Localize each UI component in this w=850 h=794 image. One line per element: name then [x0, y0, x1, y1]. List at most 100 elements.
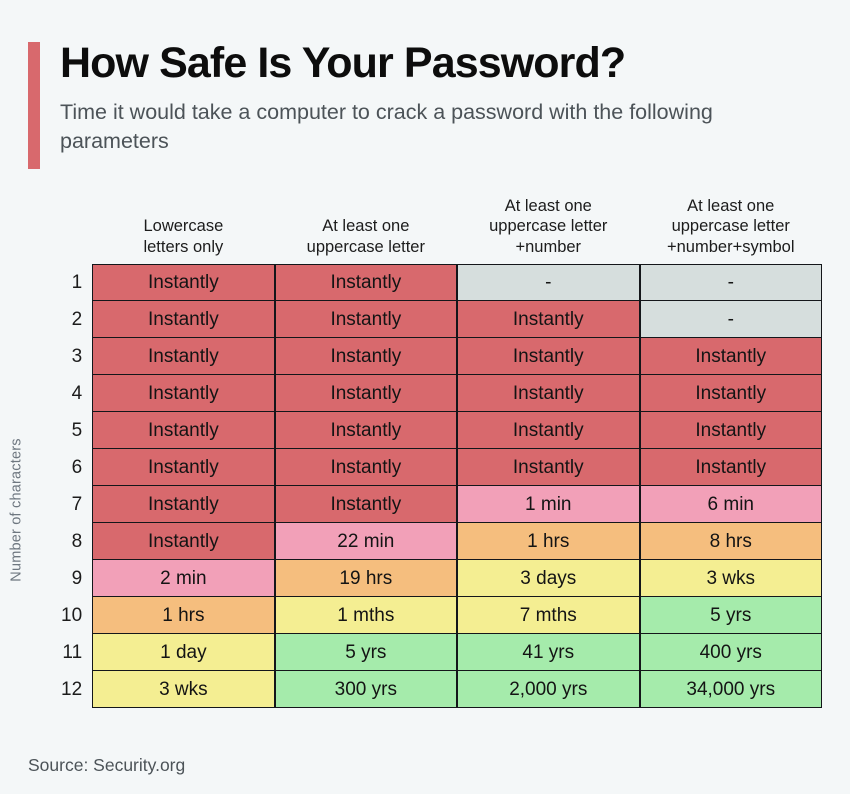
table-row: 9 2 min 19 hrs 3 days 3 wks — [34, 560, 822, 598]
table-row: 2 Instantly Instantly Instantly - — [34, 301, 822, 339]
row-number-label: 4 — [71, 382, 83, 404]
table-row: 8 Instantly 22 min 1 hrs 8 hrs — [34, 523, 822, 561]
crack-time-cell-r6-c1: Instantly — [92, 449, 275, 487]
column-header-2: At least one uppercase letter — [275, 196, 457, 264]
crack-time-cell-r2-c3: Instantly — [457, 301, 640, 339]
crack-time-cell-r11-c4: 400 yrs — [639, 634, 822, 672]
column-header-line: uppercase letter — [489, 217, 608, 236]
crack-time-cell-r11-c2: 5 yrs — [274, 634, 458, 672]
password-crack-time-table: Lowercase letters only At least one upperca… — [34, 196, 824, 709]
column-header-line: uppercase letter — [671, 217, 790, 236]
crack-time-cell-r11-c3: 41 yrs — [457, 634, 640, 672]
row-number-label: 1 — [71, 271, 83, 293]
row-number-label: 8 — [71, 530, 83, 552]
crack-time-cell-r7-c3: 1 min — [457, 486, 640, 524]
row-number-label: 9 — [71, 567, 83, 589]
crack-time-cell-r2-c1: Instantly — [92, 301, 275, 339]
page-title: How Safe Is Your Password? — [60, 39, 626, 87]
crack-time-cell-r7-c1: Instantly — [92, 486, 275, 524]
crack-time-cell-r5-c2: Instantly — [274, 412, 458, 450]
column-header-line: letters only — [143, 237, 224, 256]
crack-time-cell-r3-c1: Instantly — [92, 338, 275, 376]
row-number-label: 3 — [71, 345, 83, 367]
table-row: 10 1 hrs 1 mths 7 mths 5 yrs — [34, 597, 822, 635]
column-header-line: +number+symbol — [667, 237, 795, 256]
crack-time-cell-r10-c3: 7 mths — [457, 597, 640, 635]
row-number-label: 2 — [71, 308, 83, 330]
header: How Safe Is Your Password? Time it would… — [28, 42, 818, 169]
crack-time-cell-r5-c3: Instantly — [457, 412, 640, 450]
crack-time-cell-r1-c2: Instantly — [274, 264, 458, 302]
crack-time-cell-r10-c1: 1 hrs — [92, 597, 275, 635]
row-number-label: 10 — [61, 604, 83, 626]
row-number-label: 12 — [61, 678, 83, 700]
table-row: 3 Instantly Instantly Instantly Instantly — [34, 338, 822, 376]
crack-time-cell-r2-c2: Instantly — [274, 301, 458, 339]
crack-time-cell-r12-c4: 34,000 yrs — [639, 671, 822, 709]
crack-time-cell-r8-c1: Instantly — [92, 523, 275, 561]
crack-time-cell-r6-c4: Instantly — [639, 449, 822, 487]
y-axis-label: Number of characters — [0, 285, 34, 735]
column-header-line: Lowercase — [143, 217, 224, 236]
crack-time-cell-r2-c4: - — [639, 301, 822, 339]
crack-time-cell-r8-c3: 1 hrs — [457, 523, 640, 561]
crack-time-cell-r9-c1: 2 min — [92, 560, 275, 598]
column-header-line: +number — [515, 237, 582, 256]
crack-time-cell-r3-c4: Instantly — [639, 338, 822, 376]
crack-time-cell-r3-c3: Instantly — [457, 338, 640, 376]
table-row: 5 Instantly Instantly Instantly Instantly — [34, 412, 822, 450]
crack-time-cell-r8-c4: 8 hrs — [639, 523, 822, 561]
crack-time-cell-r9-c4: 3 wks — [639, 560, 822, 598]
crack-time-cell-r1-c4: - — [639, 264, 822, 302]
crack-time-cell-r1-c3: - — [457, 264, 640, 302]
crack-time-cell-r5-c1: Instantly — [92, 412, 275, 450]
page-subtitle: Time it would take a computer to crack a… — [60, 100, 713, 153]
column-header-4: At least one uppercase letter +number+symb… — [640, 196, 823, 264]
table-head: Lowercase letters only At least one upperca… — [34, 196, 822, 264]
crack-time-cell-r12-c1: 3 wks — [92, 671, 275, 709]
crack-time-cell-r4-c1: Instantly — [92, 375, 275, 413]
crack-time-cell-r10-c4: 5 yrs — [639, 597, 822, 635]
crack-time-cell-r7-c4: 6 min — [639, 486, 822, 524]
column-header-line: uppercase letter — [306, 237, 425, 256]
row-number-label: 11 — [62, 641, 83, 663]
crack-time-cell-r4-c3: Instantly — [457, 375, 640, 413]
header-text: How Safe Is Your Password? Time it would… — [40, 42, 818, 169]
crack-time-cell-r10-c2: 1 mths — [274, 597, 458, 635]
crack-time-cell-r4-c4: Instantly — [639, 375, 822, 413]
row-number-label: 7 — [71, 493, 83, 515]
table-row: 6 Instantly Instantly Instantly Instantly — [34, 449, 822, 487]
column-header-line: At least one — [504, 197, 592, 215]
row-number-label: 5 — [71, 419, 83, 441]
infographic-page: How Safe Is Your Password? Time it would… — [0, 0, 850, 794]
crack-time-cell-r6-c2: Instantly — [274, 449, 458, 487]
crack-time-cell-r12-c3: 2,000 yrs — [457, 671, 640, 709]
rownum-header — [34, 196, 92, 264]
crack-time-cell-r12-c2: 300 yrs — [274, 671, 458, 709]
table-row: 11 1 day 5 yrs 41 yrs 400 yrs — [34, 634, 822, 672]
column-header-line: At least one — [687, 197, 775, 215]
crack-time-cell-r4-c2: Instantly — [274, 375, 458, 413]
crack-time-cell-r11-c1: 1 day — [92, 634, 275, 672]
table-body: 1 Instantly Instantly - -2 Instantly Instantly… — [34, 264, 822, 709]
header-row: Lowercase letters only At least one upperca… — [34, 196, 822, 264]
crack-time-cell-r8-c2: 22 min — [274, 523, 458, 561]
accent-bar — [28, 42, 40, 169]
table-row: 12 3 wks 300 yrs 2,000 yrs 34,000 yrs — [34, 671, 822, 709]
data-table: Lowercase letters only At least one upperca… — [34, 196, 822, 709]
column-header-3: At least one uppercase letter +number — [457, 196, 639, 264]
crack-time-cell-r5-c4: Instantly — [639, 412, 822, 450]
crack-time-cell-r9-c2: 19 hrs — [274, 560, 458, 598]
table-row: 1 Instantly Instantly - - — [34, 264, 822, 302]
crack-time-cell-r3-c2: Instantly — [274, 338, 458, 376]
source-footer: Source: Security.org — [28, 755, 186, 775]
row-number-label: 6 — [71, 456, 83, 478]
column-header-line: At least one — [322, 217, 410, 236]
crack-time-cell-r6-c3: Instantly — [457, 449, 640, 487]
y-axis-label-text: Number of characters — [9, 438, 26, 582]
table-row: 7 Instantly Instantly 1 min 6 min — [34, 486, 822, 524]
column-header-1: Lowercase letters only — [92, 196, 274, 264]
crack-time-cell-r7-c2: Instantly — [274, 486, 458, 524]
crack-time-cell-r1-c1: Instantly — [92, 264, 275, 302]
table-row: 4 Instantly Instantly Instantly Instantly — [34, 375, 822, 413]
